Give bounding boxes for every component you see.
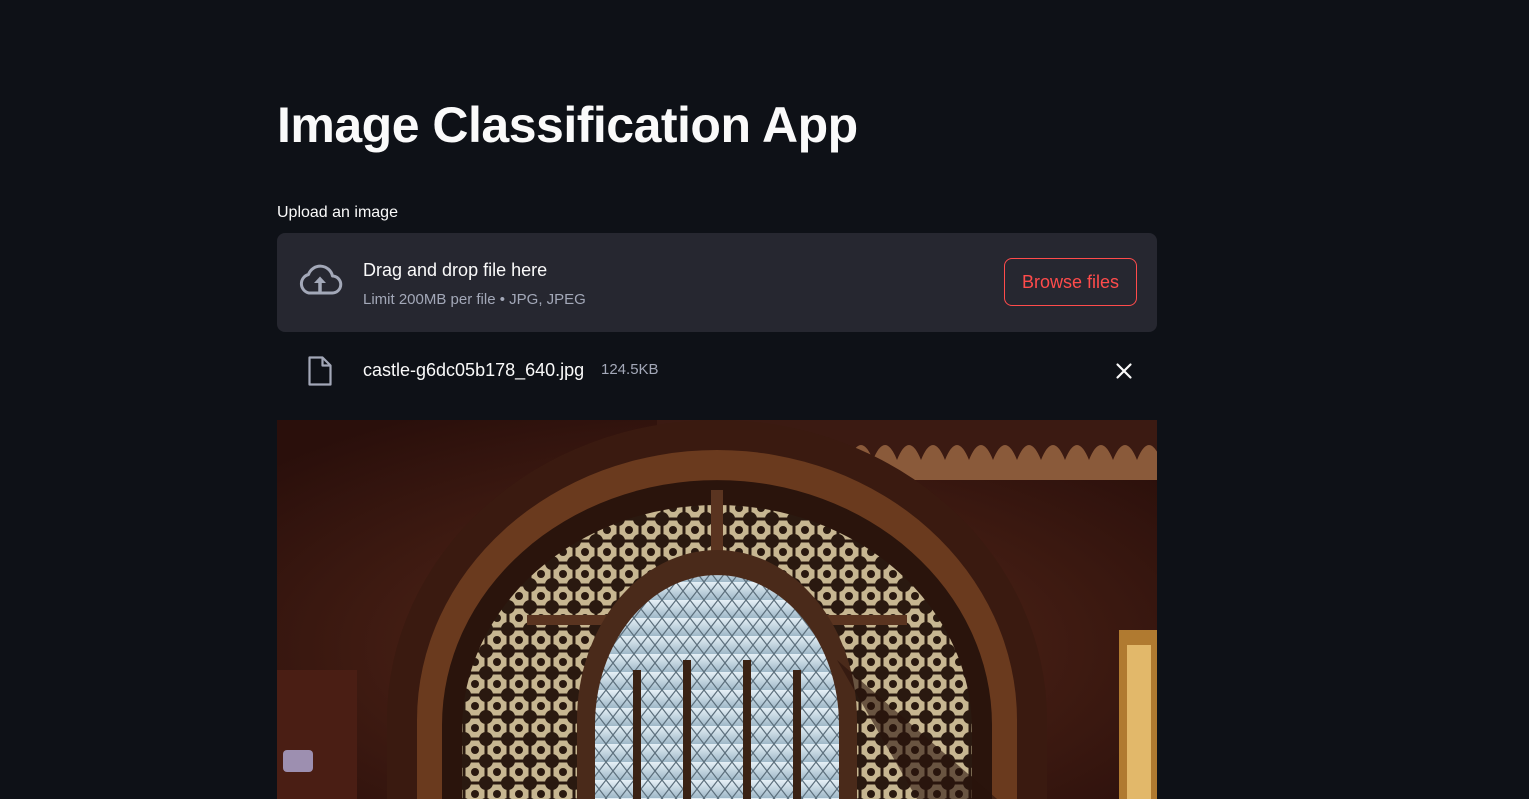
uploaded-file-name: castle-g6dc05b178_640.jpg: [363, 360, 585, 380]
dropzone-limit-text: Limit 200MB per file • JPG, JPEG: [363, 291, 586, 308]
upload-label: Upload an image: [277, 204, 398, 221]
remove-file-button[interactable]: [1111, 358, 1137, 384]
cloud-upload-icon: [297, 263, 343, 301]
file-icon: [307, 355, 333, 387]
uploaded-file-size: 124.5KB: [601, 361, 659, 378]
castle-image: [277, 420, 1157, 799]
dropzone-instructions: Drag and drop file here: [363, 260, 548, 280]
browse-files-button[interactable]: Browse files: [1004, 258, 1137, 306]
file-dropzone[interactable]: Drag and drop file here Limit 200MB per …: [277, 233, 1157, 332]
uploaded-image-preview: [277, 420, 1157, 799]
page-title: Image Classification App: [277, 97, 858, 153]
uploaded-file-row: castle-g6dc05b178_640.jpg 124.5KB: [277, 350, 1157, 390]
close-icon: [1111, 363, 1137, 387]
